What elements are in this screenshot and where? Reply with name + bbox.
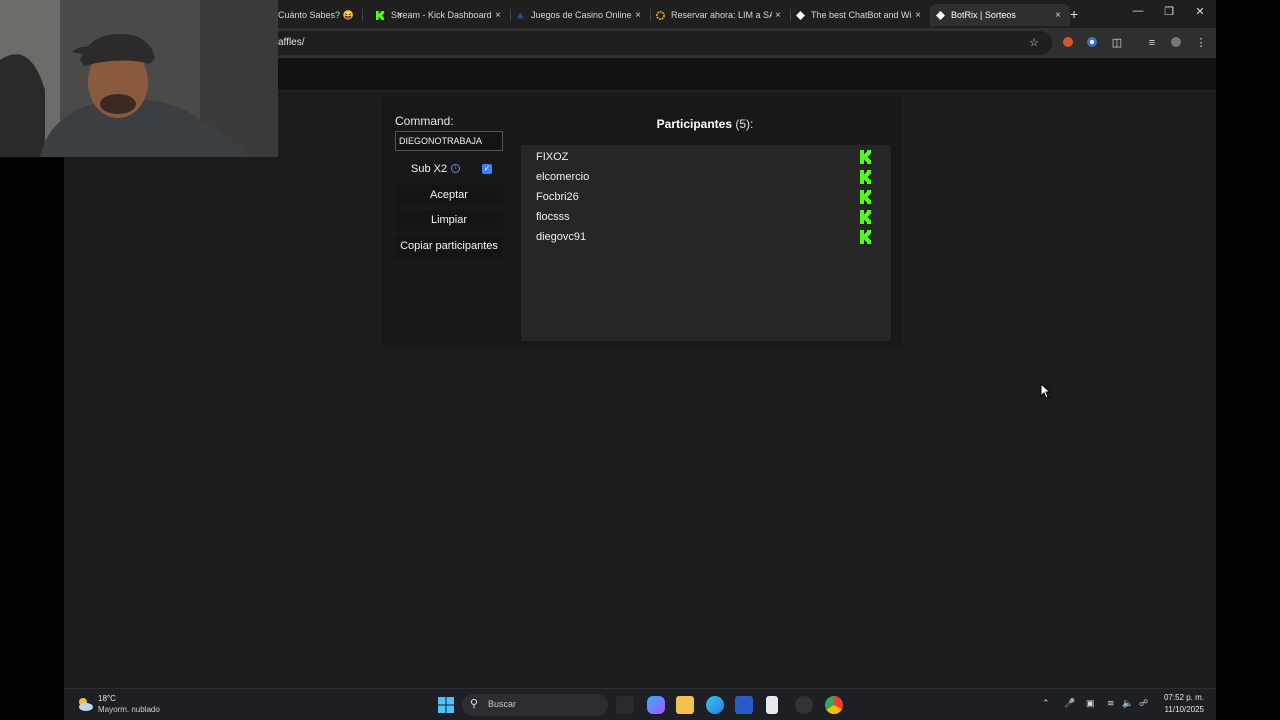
minimize-icon[interactable]: —: [1128, 5, 1148, 17]
botrix-icon: [936, 10, 945, 20]
tab-label: Reservar ahora: LIM a SAI: [671, 10, 772, 20]
tab-casino[interactable]: Juegos de Casino Online | ×: [510, 4, 650, 26]
participant-name: diegovc91: [536, 231, 587, 243]
participants-count: (5):: [735, 117, 754, 131]
new-tab-button[interactable]: +: [1070, 6, 1078, 22]
tab-chatbot[interactable]: The best ChatBot and Wi ×: [790, 4, 930, 26]
clock-date[interactable]: 11/10/2025: [1165, 705, 1204, 714]
chrome-icon[interactable]: [825, 696, 843, 714]
search-placeholder: Buscar: [488, 699, 517, 709]
casino-icon: [516, 11, 525, 20]
list-item: flocsss: [521, 207, 891, 227]
star-icon[interactable]: ☆: [1027, 36, 1041, 50]
participants-list: FIXOZ elcomercio Focbri26 flocsss diegov…: [521, 145, 891, 341]
tab-kick-dashboard[interactable]: Stream - Kick Dashboard ×: [370, 4, 510, 26]
copy-participants-button[interactable]: Copiar participantes: [395, 236, 503, 257]
participant-name: elcomercio: [536, 171, 590, 183]
weather-description: Mayorm. nublado: [98, 705, 160, 714]
close-icon[interactable]: ×: [1052, 10, 1064, 21]
wifi-icon[interactable]: ≋: [1107, 698, 1115, 709]
weather-temperature: 18°C: [98, 694, 116, 703]
kick-icon: [376, 10, 385, 20]
taskbar-search[interactable]: ⚲ Buscar: [462, 694, 608, 716]
store-icon[interactable]: [735, 696, 753, 714]
webcam-person-image: [0, 0, 278, 157]
tray-chevron-icon[interactable]: ⌃: [1042, 698, 1050, 709]
raffle-panel: Command: Sub X2 i ✓ Aceptar Limpiar Copi…: [382, 97, 902, 348]
command-input[interactable]: [395, 131, 503, 151]
volume-icon[interactable]: 🔈: [1122, 698, 1133, 709]
battery-icon[interactable]: ☍: [1139, 698, 1148, 709]
list-item: Focbri26: [521, 187, 891, 207]
tab-label: The best ChatBot and Wi: [811, 10, 912, 20]
info-icon[interactable]: i: [451, 164, 460, 173]
file-explorer-icon[interactable]: [676, 696, 694, 714]
extension-icon[interactable]: [1085, 36, 1099, 50]
microphone-icon[interactable]: 🎤: [1064, 698, 1075, 709]
mouse-cursor-icon: [1040, 383, 1052, 399]
command-label: Command:: [395, 114, 454, 128]
task-view-icon[interactable]: [616, 696, 634, 714]
notification-icon[interactable]: ▣: [1086, 698, 1095, 709]
menu-icon[interactable]: ⋮: [1194, 36, 1208, 50]
list-item: elcomercio: [521, 167, 891, 187]
participants-title: Participantes (5):: [520, 117, 890, 131]
sub-x2-option: Sub X2 i ✓: [395, 161, 503, 177]
tab-label: Stream - Kick Dashboard: [391, 10, 492, 20]
notepad-icon[interactable]: [766, 696, 778, 714]
webcam-overlay: [0, 0, 278, 157]
booking-icon: [656, 10, 665, 20]
participant-name: Focbri26: [536, 191, 579, 203]
obs-icon[interactable]: [795, 696, 813, 714]
search-icon: ⚲: [470, 698, 479, 710]
botrix-icon: [796, 10, 805, 20]
close-icon[interactable]: ×: [912, 10, 924, 21]
copilot-icon[interactable]: [647, 696, 665, 714]
list-item: FIXOZ: [521, 147, 891, 167]
close-icon[interactable]: ×: [772, 10, 784, 21]
weather-widget[interactable]: 18°C Mayorm. nublado: [76, 693, 186, 717]
close-icon[interactable]: ×: [492, 10, 504, 21]
kick-icon: [860, 230, 871, 244]
tab-label: BotRix | Sorteos: [951, 10, 1016, 20]
accept-button[interactable]: Aceptar: [395, 185, 503, 206]
weather-cloud-icon: [79, 698, 93, 711]
edge-icon[interactable]: [706, 696, 724, 714]
close-icon[interactable]: ×: [632, 10, 644, 21]
puzzle-icon[interactable]: ◫: [1110, 36, 1124, 50]
kick-icon: [860, 150, 871, 164]
list-item: diegovc91: [521, 227, 891, 247]
tab-separator: [362, 9, 363, 21]
clock-time[interactable]: 07:52 p. m.: [1164, 693, 1204, 702]
sub-x2-label: Sub X2: [411, 163, 448, 175]
participant-name: flocsss: [536, 211, 570, 223]
profile-icon[interactable]: [1169, 36, 1183, 50]
windows-start-icon[interactable]: [437, 696, 455, 714]
participants-heading: Participantes: [656, 117, 733, 131]
kick-icon: [860, 170, 871, 184]
tab-label: Juegos de Casino Online |: [531, 10, 632, 20]
kick-icon: [860, 210, 871, 224]
extension-icon[interactable]: [1061, 36, 1075, 50]
window-close-icon[interactable]: ✕: [1190, 5, 1210, 18]
media-icon[interactable]: ≡: [1145, 36, 1159, 50]
taskbar: 18°C Mayorm. nublado ⚲ Buscar ⌃ 🎤 ▣ ≋ 🔈 …: [64, 688, 1216, 720]
restore-icon[interactable]: ❐: [1159, 5, 1179, 18]
clear-button[interactable]: Limpiar: [395, 210, 503, 231]
tab-botrix-sorteos[interactable]: BotRix | Sorteos ×: [930, 4, 1070, 26]
participant-name: FIXOZ: [536, 151, 569, 163]
kick-icon: [860, 190, 871, 204]
sub-x2-checkbox[interactable]: ✓: [482, 164, 492, 174]
tab-reservar[interactable]: Reservar ahora: LIM a SAI ×: [650, 4, 790, 26]
